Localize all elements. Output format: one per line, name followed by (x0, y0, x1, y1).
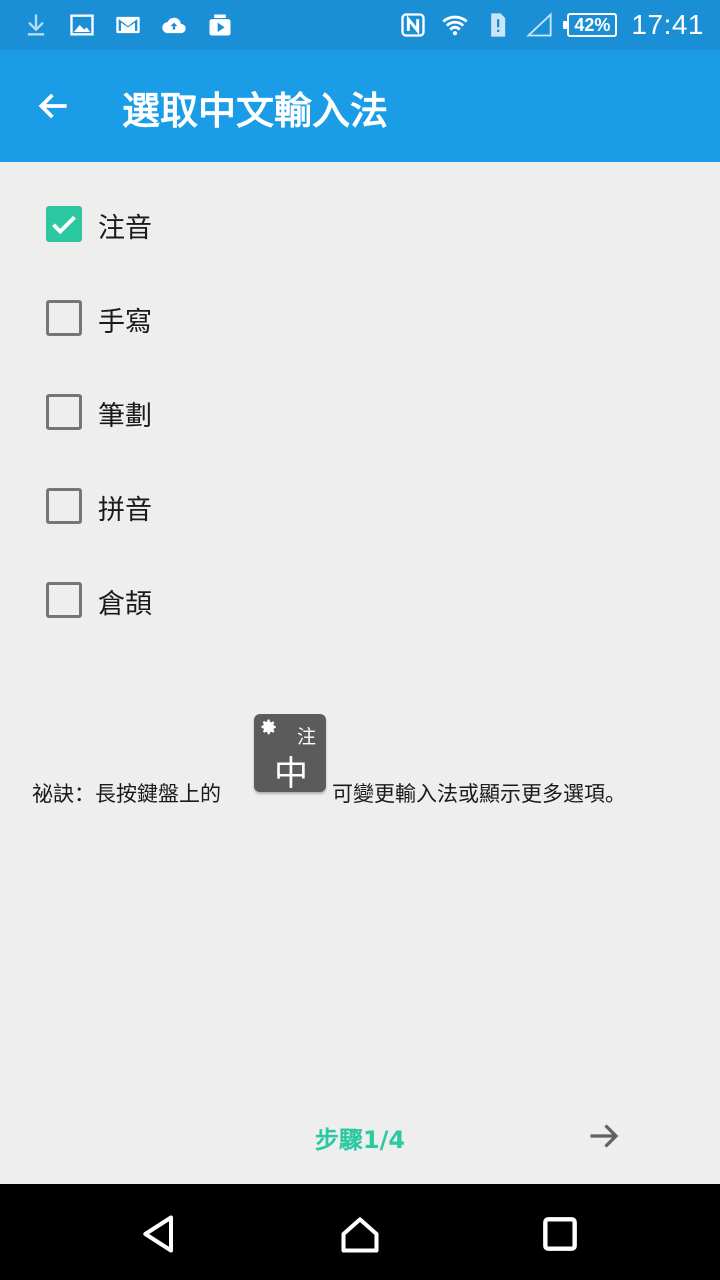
option-label: 拼音 (98, 495, 152, 526)
nav-recents-button[interactable] (538, 1212, 582, 1256)
status-right-icons: 42% 17:41 (399, 8, 704, 42)
tip-prefix: 祕訣：長按鍵盤上的 (32, 782, 221, 806)
cloud-upload-icon (160, 11, 188, 39)
option-label: 手寫 (98, 307, 152, 338)
sim-alert-icon (483, 11, 511, 39)
key-small-label: 注 (296, 726, 316, 748)
check-icon (52, 215, 76, 235)
navigation-bar (0, 1184, 720, 1280)
gmail-icon (114, 11, 142, 39)
arrow-right-icon (590, 1124, 619, 1148)
checkbox-handwriting[interactable] (46, 300, 82, 336)
screen: 42% 17:41 選取中文輸入法 注音 手寫 筆劃 拼音 倉頡 祕訣：長按鍵盤… (0, 0, 720, 1280)
input-method-list: 注音 手寫 筆劃 拼音 倉頡 (0, 178, 720, 648)
key-big-label: 中 (274, 754, 308, 794)
image-icon (68, 11, 96, 39)
option-label: 倉頡 (98, 589, 152, 620)
checkbox-pinyin[interactable] (46, 488, 82, 524)
status-time: 17:41 (631, 9, 704, 40)
tip: 祕訣：長按鍵盤上的 注 中 可變更輸入法或顯示更多選項。 (32, 712, 692, 812)
home-icon (341, 1217, 379, 1253)
signal-icon (525, 11, 553, 39)
nav-back-button[interactable] (138, 1212, 182, 1256)
option-zhuyin[interactable]: 注音 (0, 178, 720, 272)
checkbox-stroke[interactable] (46, 394, 82, 430)
keyboard-key-illustration: 注 中 (254, 714, 326, 794)
battery-indicator: 42% (563, 13, 618, 37)
app-bar: 選取中文輸入法 (0, 50, 720, 162)
wifi-icon (441, 11, 469, 39)
checkbox-cangjie[interactable] (46, 582, 82, 618)
option-label: 注音 (98, 213, 152, 244)
recents-icon (543, 1217, 577, 1251)
gear-icon (260, 718, 278, 736)
back-button[interactable] (28, 80, 80, 132)
page-title: 選取中文輸入法 (122, 89, 389, 133)
next-button[interactable] (582, 1114, 626, 1158)
option-handwriting[interactable]: 手寫 (0, 272, 720, 366)
option-stroke[interactable]: 筆劃 (0, 366, 720, 460)
arrow-left-icon (38, 93, 67, 119)
nav-home-button[interactable] (338, 1212, 382, 1256)
option-label: 筆劃 (98, 401, 152, 432)
back-icon (143, 1215, 174, 1253)
tip-suffix: 可變更輸入法或顯示更多選項。 (332, 782, 626, 806)
status-left-icons (22, 10, 234, 40)
status-bar: 42% 17:41 (0, 0, 720, 50)
video-share-icon (206, 11, 234, 39)
download-icon (22, 11, 50, 39)
option-pinyin[interactable]: 拼音 (0, 460, 720, 554)
nfc-icon (399, 11, 427, 39)
option-cangjie[interactable]: 倉頡 (0, 554, 720, 648)
checkbox-zhuyin[interactable] (46, 206, 82, 242)
